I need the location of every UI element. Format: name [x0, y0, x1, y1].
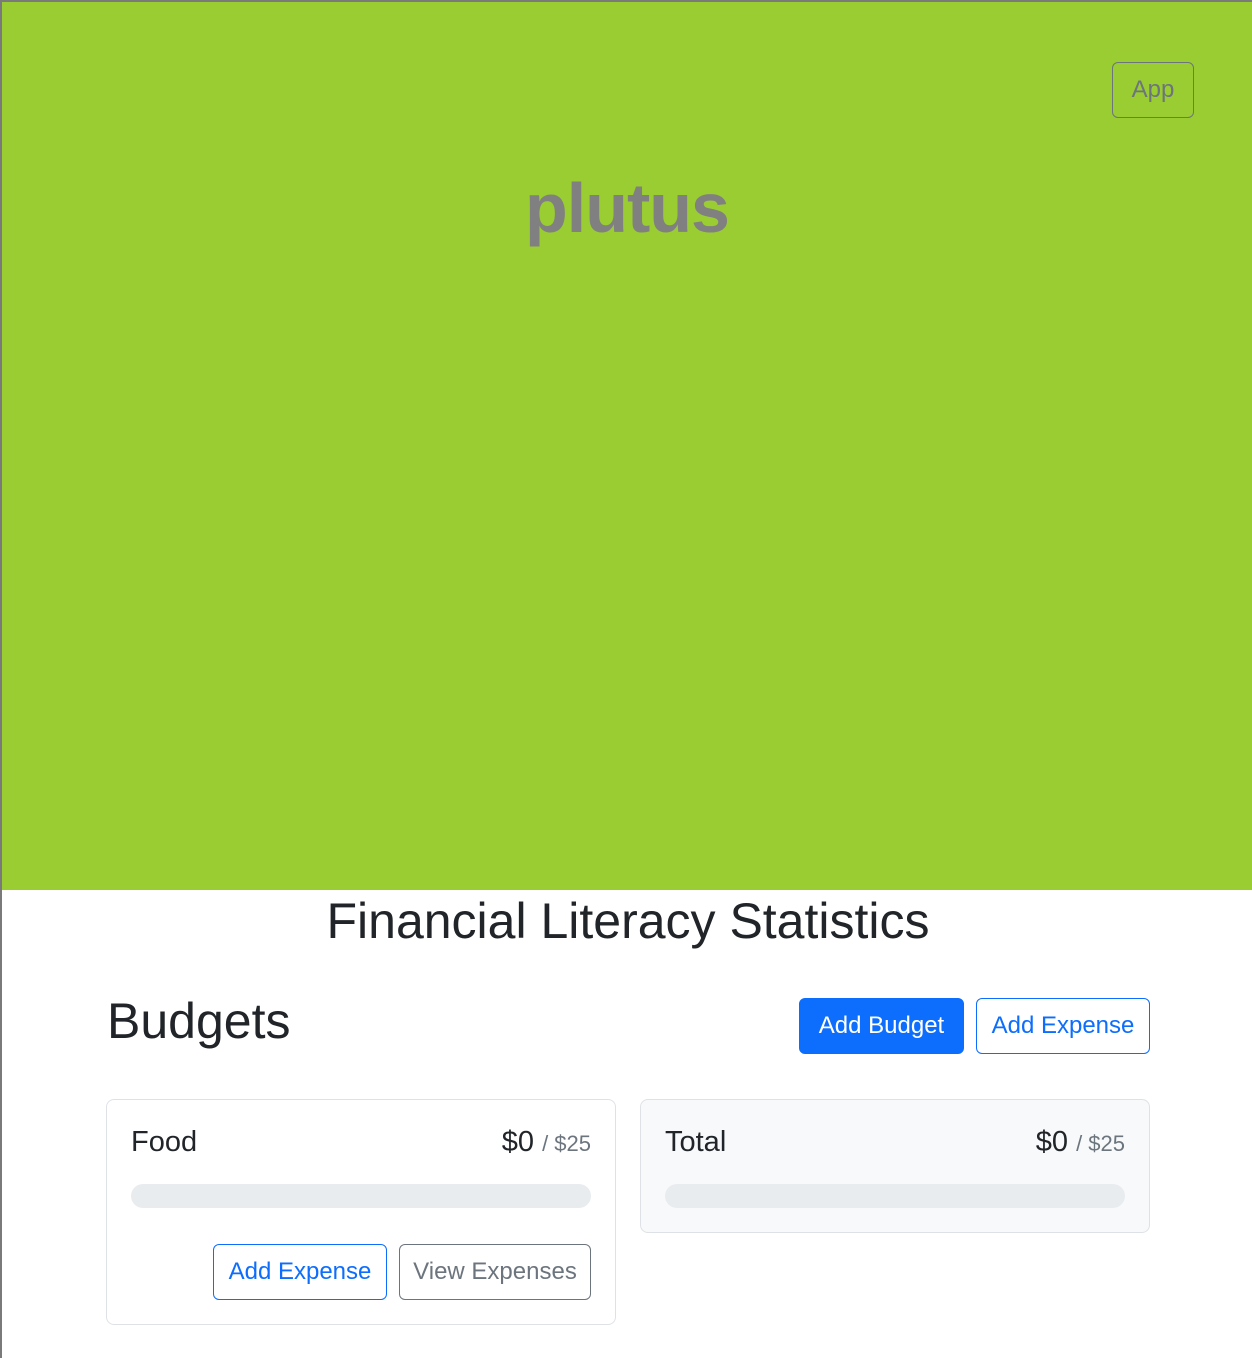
budget-max: / $25: [542, 1131, 591, 1156]
budget-spent: $0: [501, 1126, 534, 1158]
app-button[interactable]: App: [1112, 62, 1194, 118]
budget-card-total: Total $0 / $25: [640, 1099, 1150, 1233]
budget-amount: $0 / $25: [1036, 1126, 1125, 1159]
card-add-expense-button[interactable]: Add Expense: [213, 1244, 387, 1300]
brand-title: plutus: [525, 169, 730, 247]
hero-banner: App plutus: [2, 2, 1252, 890]
view-expenses-button[interactable]: View Expenses: [399, 1244, 591, 1300]
budget-amount: $0 / $25: [502, 1126, 591, 1159]
add-budget-button[interactable]: Add Budget: [799, 998, 964, 1054]
budget-spent: $0: [1035, 1126, 1068, 1158]
page: App plutus Financial Literacy Statistics…: [0, 0, 1252, 1358]
budget-progress: [131, 1184, 591, 1208]
budget-progress: [665, 1184, 1125, 1208]
budget-name: Food: [131, 1126, 198, 1158]
budget-name: Total: [665, 1126, 727, 1158]
budgets-title: Budgets: [107, 993, 291, 1049]
budget-max: / $25: [1076, 1131, 1125, 1156]
add-expense-button[interactable]: Add Expense: [976, 998, 1150, 1054]
budget-card-food: Food $0 / $25 Add Expense View Expenses: [106, 1099, 616, 1325]
stats-title: Financial Literacy Statistics: [326, 893, 930, 949]
